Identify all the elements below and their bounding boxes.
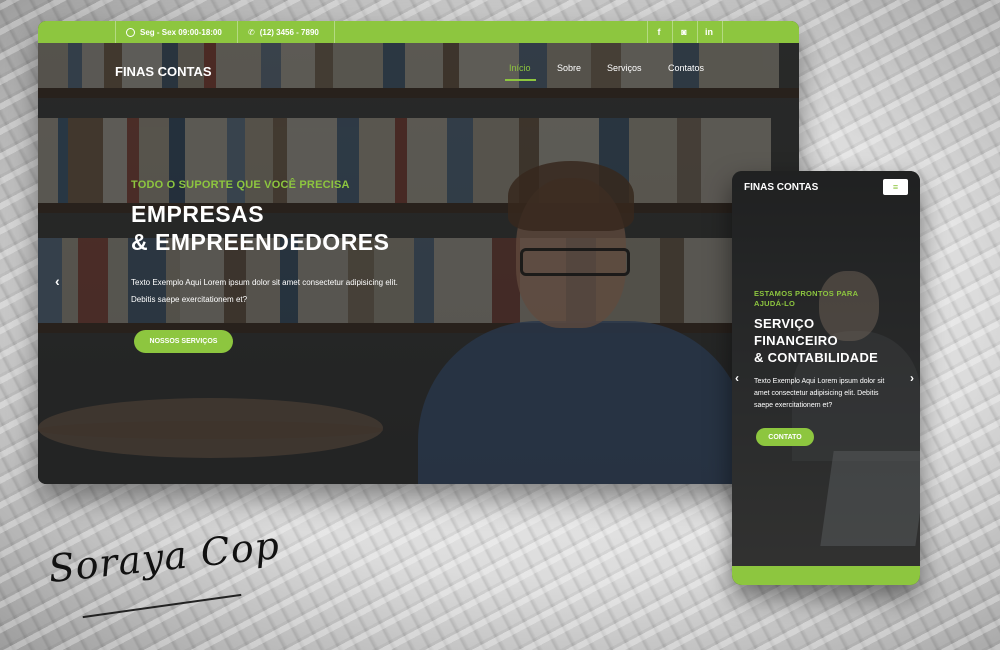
mobile-logo[interactable]: FINAS CONTAS <box>744 182 818 193</box>
mobile-tagline-line2: AJUDÁ-LO <box>754 299 796 308</box>
chevron-right-icon[interactable]: › <box>910 371 914 385</box>
contact-button[interactable]: CONTATO <box>756 428 814 446</box>
hero-headline-line2: & EMPREENDEDORES <box>131 229 390 255</box>
hero-text-line1: Texto Exemplo Aqui Lorem ipsum dolor sit… <box>131 278 398 287</box>
top-info-bar: Seg - Sex 09:00-18:00 ✆ (12) 3456 - 7890… <box>38 21 799 43</box>
nav-link-inicio[interactable]: Início <box>509 63 531 73</box>
linkedin-icon[interactable]: in <box>697 21 721 43</box>
hero-text-line2: Debitis saepe exercitationem et? <box>131 295 248 304</box>
phone-icon: ✆ <box>248 27 255 37</box>
desktop-mockup: Seg - Sex 09:00-18:00 ✆ (12) 3456 - 7890… <box>38 21 799 484</box>
services-button[interactable]: NOSSOS SERVIÇOS <box>134 330 233 353</box>
chevron-left-icon[interactable]: ‹ <box>735 371 739 385</box>
topbar-divider <box>237 21 238 43</box>
mobile-headline-line2: FINANCEIRO <box>754 333 838 348</box>
mobile-mockup: FINAS CONTAS ≡ ESTAMOS PRONTOS PARA AJUD… <box>732 171 920 585</box>
hours-item: Seg - Sex 09:00-18:00 <box>126 21 222 43</box>
hamburger-menu-icon[interactable]: ≡ <box>883 179 908 195</box>
mobile-text-line1: Texto Exemplo Aqui Lorem ipsum dolor sit <box>754 378 885 385</box>
hero-headline-line1: EMPRESAS <box>131 201 265 227</box>
phone-text: (12) 3456 - 7890 <box>259 27 319 37</box>
facebook-icon[interactable]: f <box>647 21 671 43</box>
hero-overlay <box>38 43 799 484</box>
mobile-hero-overlay <box>732 171 920 566</box>
topbar-divider <box>334 21 335 43</box>
phone-item: ✆ (12) 3456 - 7890 <box>248 21 319 43</box>
mobile-footer-bar <box>732 566 920 585</box>
mobile-hero <box>732 171 920 566</box>
hero-section <box>38 43 799 484</box>
hours-text: Seg - Sex 09:00-18:00 <box>140 27 222 37</box>
nav-link-sobre[interactable]: Sobre <box>557 63 581 73</box>
hero-tagline: TODO O SUPORTE QUE VOCÊ PRECISA <box>131 179 350 191</box>
mobile-text-line3: saepe exercitationem et? <box>754 402 833 409</box>
topbar-divider <box>722 21 723 43</box>
mobile-tagline-line1: ESTAMOS PRONTOS PARA <box>754 289 859 298</box>
nav-link-contatos[interactable]: Contatos <box>668 63 704 73</box>
nav-active-underline <box>505 79 536 81</box>
topbar-divider <box>115 21 116 43</box>
instagram-icon[interactable]: ◙ <box>672 21 696 43</box>
site-logo[interactable]: FINAS CONTAS <box>115 64 212 79</box>
mobile-text-line2: amet consectetur adipisicing elit. Debit… <box>754 390 879 397</box>
mobile-headline-line1: SERVIÇO <box>754 316 815 331</box>
mobile-headline-line3: & CONTABILIDADE <box>754 350 879 365</box>
clock-icon <box>126 27 135 37</box>
nav-link-servicos[interactable]: Serviços <box>607 63 642 73</box>
chevron-left-icon[interactable]: ‹ <box>55 273 60 289</box>
